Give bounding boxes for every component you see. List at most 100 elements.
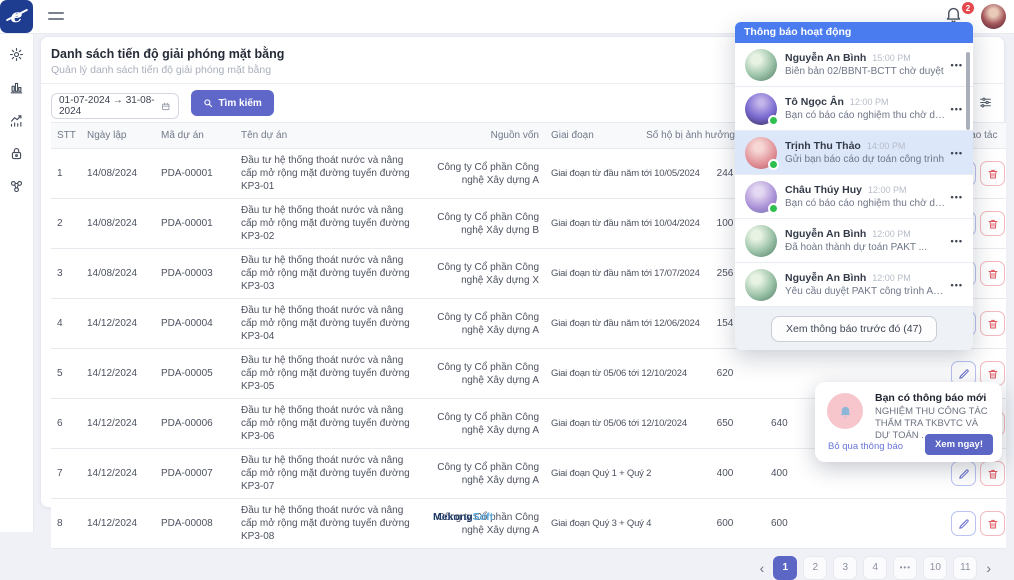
delete-button[interactable] (980, 311, 1005, 336)
table-cell: PDA-00006 (155, 399, 235, 449)
notification-sender: Tô Ngọc Ân (785, 96, 844, 108)
table-settings-button[interactable] (979, 96, 992, 109)
notification-item[interactable]: Châu Thúy Huy12:00 PMBạn có báo cáo nghi… (735, 175, 973, 219)
next-page-button[interactable]: › (983, 557, 994, 579)
notification-avatar (745, 269, 777, 301)
app-logo[interactable]: e (0, 0, 33, 33)
table-cell: 14/12/2024 (81, 399, 155, 449)
brand-secondary: Soft (473, 511, 493, 523)
view-older-notifications-button[interactable]: Xem thông báo trước đó (47) (771, 316, 937, 342)
date-range-input[interactable]: 01-07-2024 → 31-08-2024 (51, 93, 179, 119)
dismiss-notification-link[interactable]: Bỏ qua thông báo (828, 441, 903, 452)
column-header: Tên dự án (235, 123, 425, 149)
table-cell: Giai đoạn từ đầu năm tới 12/06/2024 (545, 299, 685, 349)
edit-button[interactable] (951, 511, 976, 536)
table-cell: 650 (685, 399, 765, 449)
notification-time: 15:00 PM (872, 53, 911, 63)
table-cell: 6 (51, 399, 81, 449)
page-button[interactable]: 1 (773, 556, 797, 580)
notification-item[interactable]: Nguyễn An Bình 12:00 PM Đã hoàn thành dự t… (735, 219, 973, 263)
table-cell: 14/08/2024 (81, 199, 155, 249)
prev-page-button[interactable]: ‹ (757, 557, 768, 579)
trend-chart-icon (9, 113, 24, 128)
table-cell (765, 349, 813, 399)
delete-button[interactable] (980, 161, 1005, 186)
delete-button[interactable] (980, 461, 1005, 486)
more-options-button[interactable]: ••• (951, 148, 963, 158)
sidebar-item-analytics[interactable] (0, 108, 33, 132)
menu-toggle-button[interactable] (48, 12, 64, 24)
page-button[interactable]: 4 (863, 556, 887, 580)
notification-message: Bạn có báo cáo nghiệm thu chờ duyệt (785, 110, 946, 121)
more-options-button[interactable]: ••• (951, 104, 963, 114)
edit-button[interactable] (951, 461, 976, 486)
notification-time: 12:00 PM (850, 97, 889, 107)
notification-avatar (745, 137, 777, 169)
table-cell: 600 (685, 499, 765, 549)
column-header: Mã dự án (155, 123, 235, 149)
notification-avatar (745, 181, 777, 213)
notification-item[interactable]: Trịnh Thu Thảo14:00 PMGửi bạn báo cáo dự… (735, 131, 973, 175)
table-cell: 2 (51, 199, 81, 249)
user-avatar[interactable] (981, 4, 1006, 29)
sidebar-item-security[interactable] (0, 141, 33, 165)
table-cell: Đầu tư hệ thống thoát nước và nâng cấp m… (235, 399, 425, 449)
table-cell: 8 (51, 499, 81, 549)
toast-title: Bạn có thông báo mới (875, 392, 986, 404)
table-cell: Đầu tư hệ thống thoát nước và nâng cấp m… (235, 249, 425, 299)
page-button[interactable]: 2 (803, 556, 827, 580)
table-cell: PDA-00007 (155, 449, 235, 499)
notification-avatar (745, 93, 777, 125)
sliders-icon (979, 96, 992, 109)
table-cell: 7 (51, 449, 81, 499)
scrollbar-thumb[interactable] (966, 52, 970, 130)
table-cell: Đầu tư hệ thống thoát nước và nâng cấp m… (235, 149, 425, 199)
table-cell: Công ty Cổ phần Công nghệ Xây dựng B (425, 199, 545, 249)
sidebar-item-integrations[interactable] (0, 174, 33, 198)
bar-chart-icon (9, 80, 24, 95)
sidebar-item-reports[interactable] (0, 75, 33, 99)
page-ellipsis: ••• (893, 556, 917, 580)
sidebar-item-settings[interactable] (0, 42, 33, 66)
nodes-icon (9, 179, 24, 194)
notification-sender: Nguyễn An Bình (785, 228, 866, 240)
table-cell: PDA-00005 (155, 349, 235, 399)
page-button[interactable]: 3 (833, 556, 857, 580)
notification-time: 14:00 PM (867, 141, 906, 151)
table-cell: 4 (51, 299, 81, 349)
notification-item[interactable]: Nguyễn An Bình12:00 PMYêu cầu duyệt PAKT… (735, 263, 973, 307)
notification-message: Đã hoàn thành dự toán PAKT ... (785, 242, 946, 253)
notification-message: Gửi bạn báo cáo dự toán công trình (785, 154, 946, 165)
search-button-label: Tìm kiếm (218, 98, 261, 109)
notification-sender: Nguyễn An Bình (785, 52, 866, 64)
notification-panel-header: Thông báo hoạt động (735, 22, 973, 43)
delete-button[interactable] (980, 211, 1005, 236)
view-now-button[interactable]: Xem ngay! (925, 434, 993, 455)
table-cell: Giai đoạn từ đầu năm tới 10/05/2024 (545, 149, 685, 199)
notification-time: 12:00 PM (872, 229, 911, 239)
more-options-button[interactable]: ••• (951, 236, 963, 246)
notification-sender: Nguyễn An Bình (785, 272, 866, 284)
table-cell: 14/08/2024 (81, 249, 155, 299)
table-cell: Đầu tư hệ thống thoát nước và nâng cấp m… (235, 449, 425, 499)
notification-item[interactable]: Nguyễn An Bình15:00 PMBiên bản 02/BBNT-B… (735, 43, 973, 87)
search-button[interactable]: Tìm kiếm (191, 90, 273, 116)
delete-button[interactable] (980, 261, 1005, 286)
page-button[interactable]: 10 (923, 556, 947, 580)
column-header: Nguồn vốn (425, 123, 545, 149)
more-options-button[interactable]: ••• (951, 60, 963, 70)
notification-sender: Châu Thúy Huy (785, 184, 862, 196)
table-cell: 14/12/2024 (81, 299, 155, 349)
notification-item[interactable]: Tô Ngọc Ân 12:00 PM Bạn có báo cáo nghiệm … (735, 87, 973, 131)
more-options-button[interactable]: ••• (951, 280, 963, 290)
table-cell: 600 (765, 499, 813, 549)
table-cell: 5 (51, 349, 81, 399)
table-cell: 620 (685, 349, 765, 399)
toast-bell-icon (827, 393, 863, 429)
page-button[interactable]: 11 (953, 556, 977, 580)
mekongsoft-logo: MekongSoft (433, 511, 493, 523)
notification-count-badge: 2 (961, 1, 975, 15)
table-row: 814/12/2024PDA-00008Đầu tư hệ thống thoá… (51, 499, 1006, 549)
delete-button[interactable] (980, 511, 1005, 536)
more-options-button[interactable]: ••• (951, 192, 963, 202)
